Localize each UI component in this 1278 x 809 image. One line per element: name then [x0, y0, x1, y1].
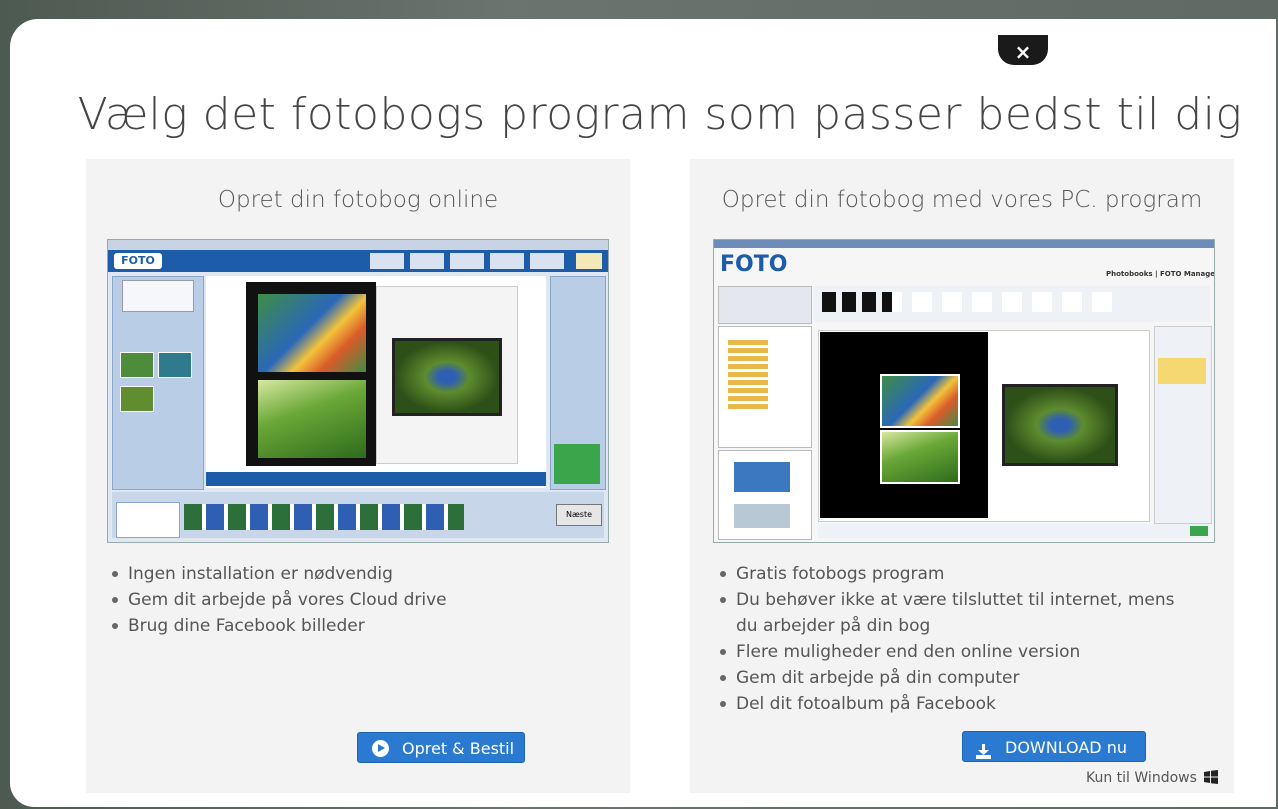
list-item: Ingen installation er nødvendig	[108, 561, 588, 587]
list-item: Flere muligheder end den online version	[716, 639, 1186, 665]
pc-screenshot-logo: FOTO	[720, 252, 788, 277]
download-button[interactable]: DOWNLOAD nu	[962, 731, 1146, 762]
windows-only-label: Kun til Windows	[1086, 770, 1197, 786]
online-feature-list: Ingen installation er nødvendig Gem dit …	[108, 561, 588, 639]
create-and-order-label: Opret & Bestil	[402, 739, 515, 758]
pc-editor-screenshot: FOTO Photobooks | FOTO Manager	[713, 239, 1215, 543]
list-item: Del dit fotoalbum på Facebook	[716, 691, 1186, 717]
online-editor-screenshot: FOTO Næste	[107, 239, 609, 543]
list-item: Gratis fotobogs program	[716, 561, 1186, 587]
pc-feature-list: Gratis fotobogs program Du behøver ikke …	[716, 561, 1186, 717]
list-item: Gem dit arbejde på vores Cloud drive	[108, 587, 588, 613]
create-and-order-button[interactable]: Opret & Bestil	[357, 732, 525, 763]
online-option-title: Opret din fotobog online	[217, 187, 499, 213]
download-label: DOWNLOAD nu	[1005, 738, 1127, 757]
modal-title: Vælg det fotobogs program som passer bed…	[77, 89, 1243, 140]
list-item: Du behøver ikke at være tilsluttet til i…	[716, 587, 1186, 639]
list-item: Gem dit arbejde på din computer	[716, 665, 1186, 691]
program-choice-modal: × Vælg det fotobogs program som passer b…	[10, 19, 1276, 807]
close-button[interactable]: ×	[998, 35, 1048, 65]
online-option-card: Opret din fotobog online FOTO Næste Inge…	[86, 159, 630, 793]
list-item: Brug dine Facebook billeder	[108, 613, 588, 639]
arrow-circle-icon	[372, 740, 389, 757]
pc-screenshot-header: Photobooks | FOTO Manager	[1106, 270, 1215, 278]
pc-option-title: Opret din fotobog med vores PC. program	[721, 187, 1203, 213]
windows-icon	[1204, 770, 1219, 784]
pc-option-card: Opret din fotobog med vores PC. program …	[690, 159, 1234, 793]
download-icon	[975, 739, 992, 759]
online-screenshot-logo: FOTO	[114, 253, 162, 269]
close-icon: ×	[1014, 40, 1032, 64]
windows-only-note: Kun til Windows	[1086, 770, 1219, 786]
